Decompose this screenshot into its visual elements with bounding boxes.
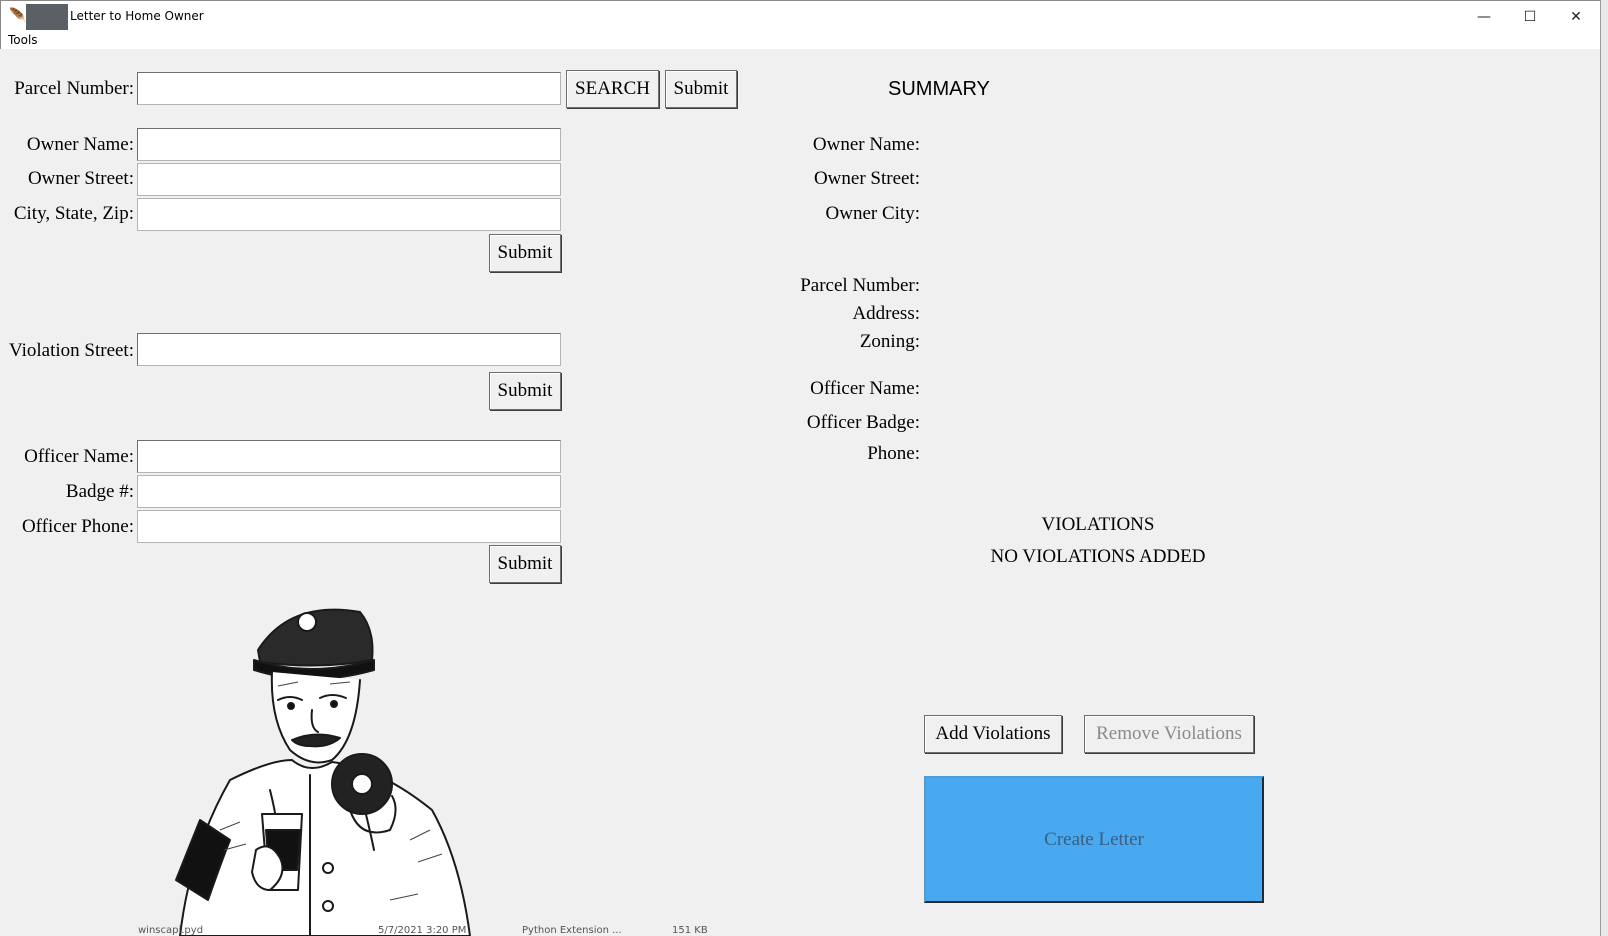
maximize-button[interactable]: ☐ [1507,1,1553,32]
remove-violations-button[interactable]: Remove Violations [1084,715,1254,753]
window-edge [1600,0,1608,936]
city-state-zip-label: City, State, Zip: [13,203,134,224]
violation-street-label: Violation Street: [9,340,134,361]
summary-title: SUMMARY [888,78,990,100]
summary-parcel-number-label: Parcel Number: [800,275,920,296]
owner-name-label: Owner Name: [26,134,134,155]
owner-street-input[interactable] [137,163,561,196]
parcel-number-input[interactable] [137,72,561,105]
menu-tools[interactable]: Tools [8,33,38,47]
feather-icon: 🪶 [9,8,27,24]
create-letter-button[interactable]: Create Letter [924,776,1264,903]
officer-name-label: Officer Name: [24,446,134,467]
redacted-block [26,4,68,30]
menu-bar: Tools [0,32,1601,49]
officer-phone-input[interactable] [137,510,561,543]
owner-name-input[interactable] [137,128,561,161]
parcel-number-label: Parcel Number: [14,78,134,99]
city-state-zip-input[interactable] [137,198,561,231]
badge-label: Badge #: [65,481,134,502]
search-button[interactable]: SEARCH [566,70,659,108]
owner-street-label: Owner Street: [27,168,134,189]
parcel-submit-button[interactable]: Submit [665,70,737,108]
add-violations-button[interactable]: Add Violations [924,715,1062,753]
file-size: 151 KB [672,925,708,936]
summary-officer-name-label: Officer Name: [810,378,920,399]
no-violations-text: NO VIOLATIONS ADDED [990,546,1206,567]
officer-phone-label: Officer Phone: [21,516,134,537]
minimize-icon: — [1477,8,1491,25]
file-name: winscapi.pyd [138,925,204,936]
summary-address-label: Address: [852,303,920,324]
background-file-row: winscapi.pyd 5/7/2021 3:20 PM Python Ext… [112,925,712,936]
window-title: Letter to Home Owner [70,9,204,23]
close-button[interactable]: ✕ [1553,1,1599,32]
minimize-button[interactable]: — [1461,1,1507,32]
owner-submit-button[interactable]: Submit [489,234,561,272]
close-icon: ✕ [1570,8,1582,25]
violation-street-input[interactable] [137,333,561,366]
officer-submit-button[interactable]: Submit [489,545,561,583]
summary-owner-city-label: Owner City: [825,203,920,224]
file-date: 5/7/2021 3:20 PM [378,925,467,936]
police-officer-illustration [175,608,471,936]
badge-input[interactable] [137,475,561,508]
summary-owner-street-label: Owner Street: [813,168,920,189]
officer-name-input[interactable] [137,440,561,473]
violations-title: VIOLATIONS [1041,514,1155,535]
title-bar: 🪶 Letter to Home Owner — ☐ ✕ [0,0,1601,32]
summary-zoning-label: Zoning: [859,331,920,352]
summary-phone-label: Phone: [867,443,920,464]
summary-owner-name-label: Owner Name: [812,134,920,155]
maximize-icon: ☐ [1523,8,1537,25]
summary-officer-badge-label: Officer Badge: [806,412,920,433]
file-type: Python Extension ... [522,925,622,936]
violation-submit-button[interactable]: Submit [489,372,561,410]
